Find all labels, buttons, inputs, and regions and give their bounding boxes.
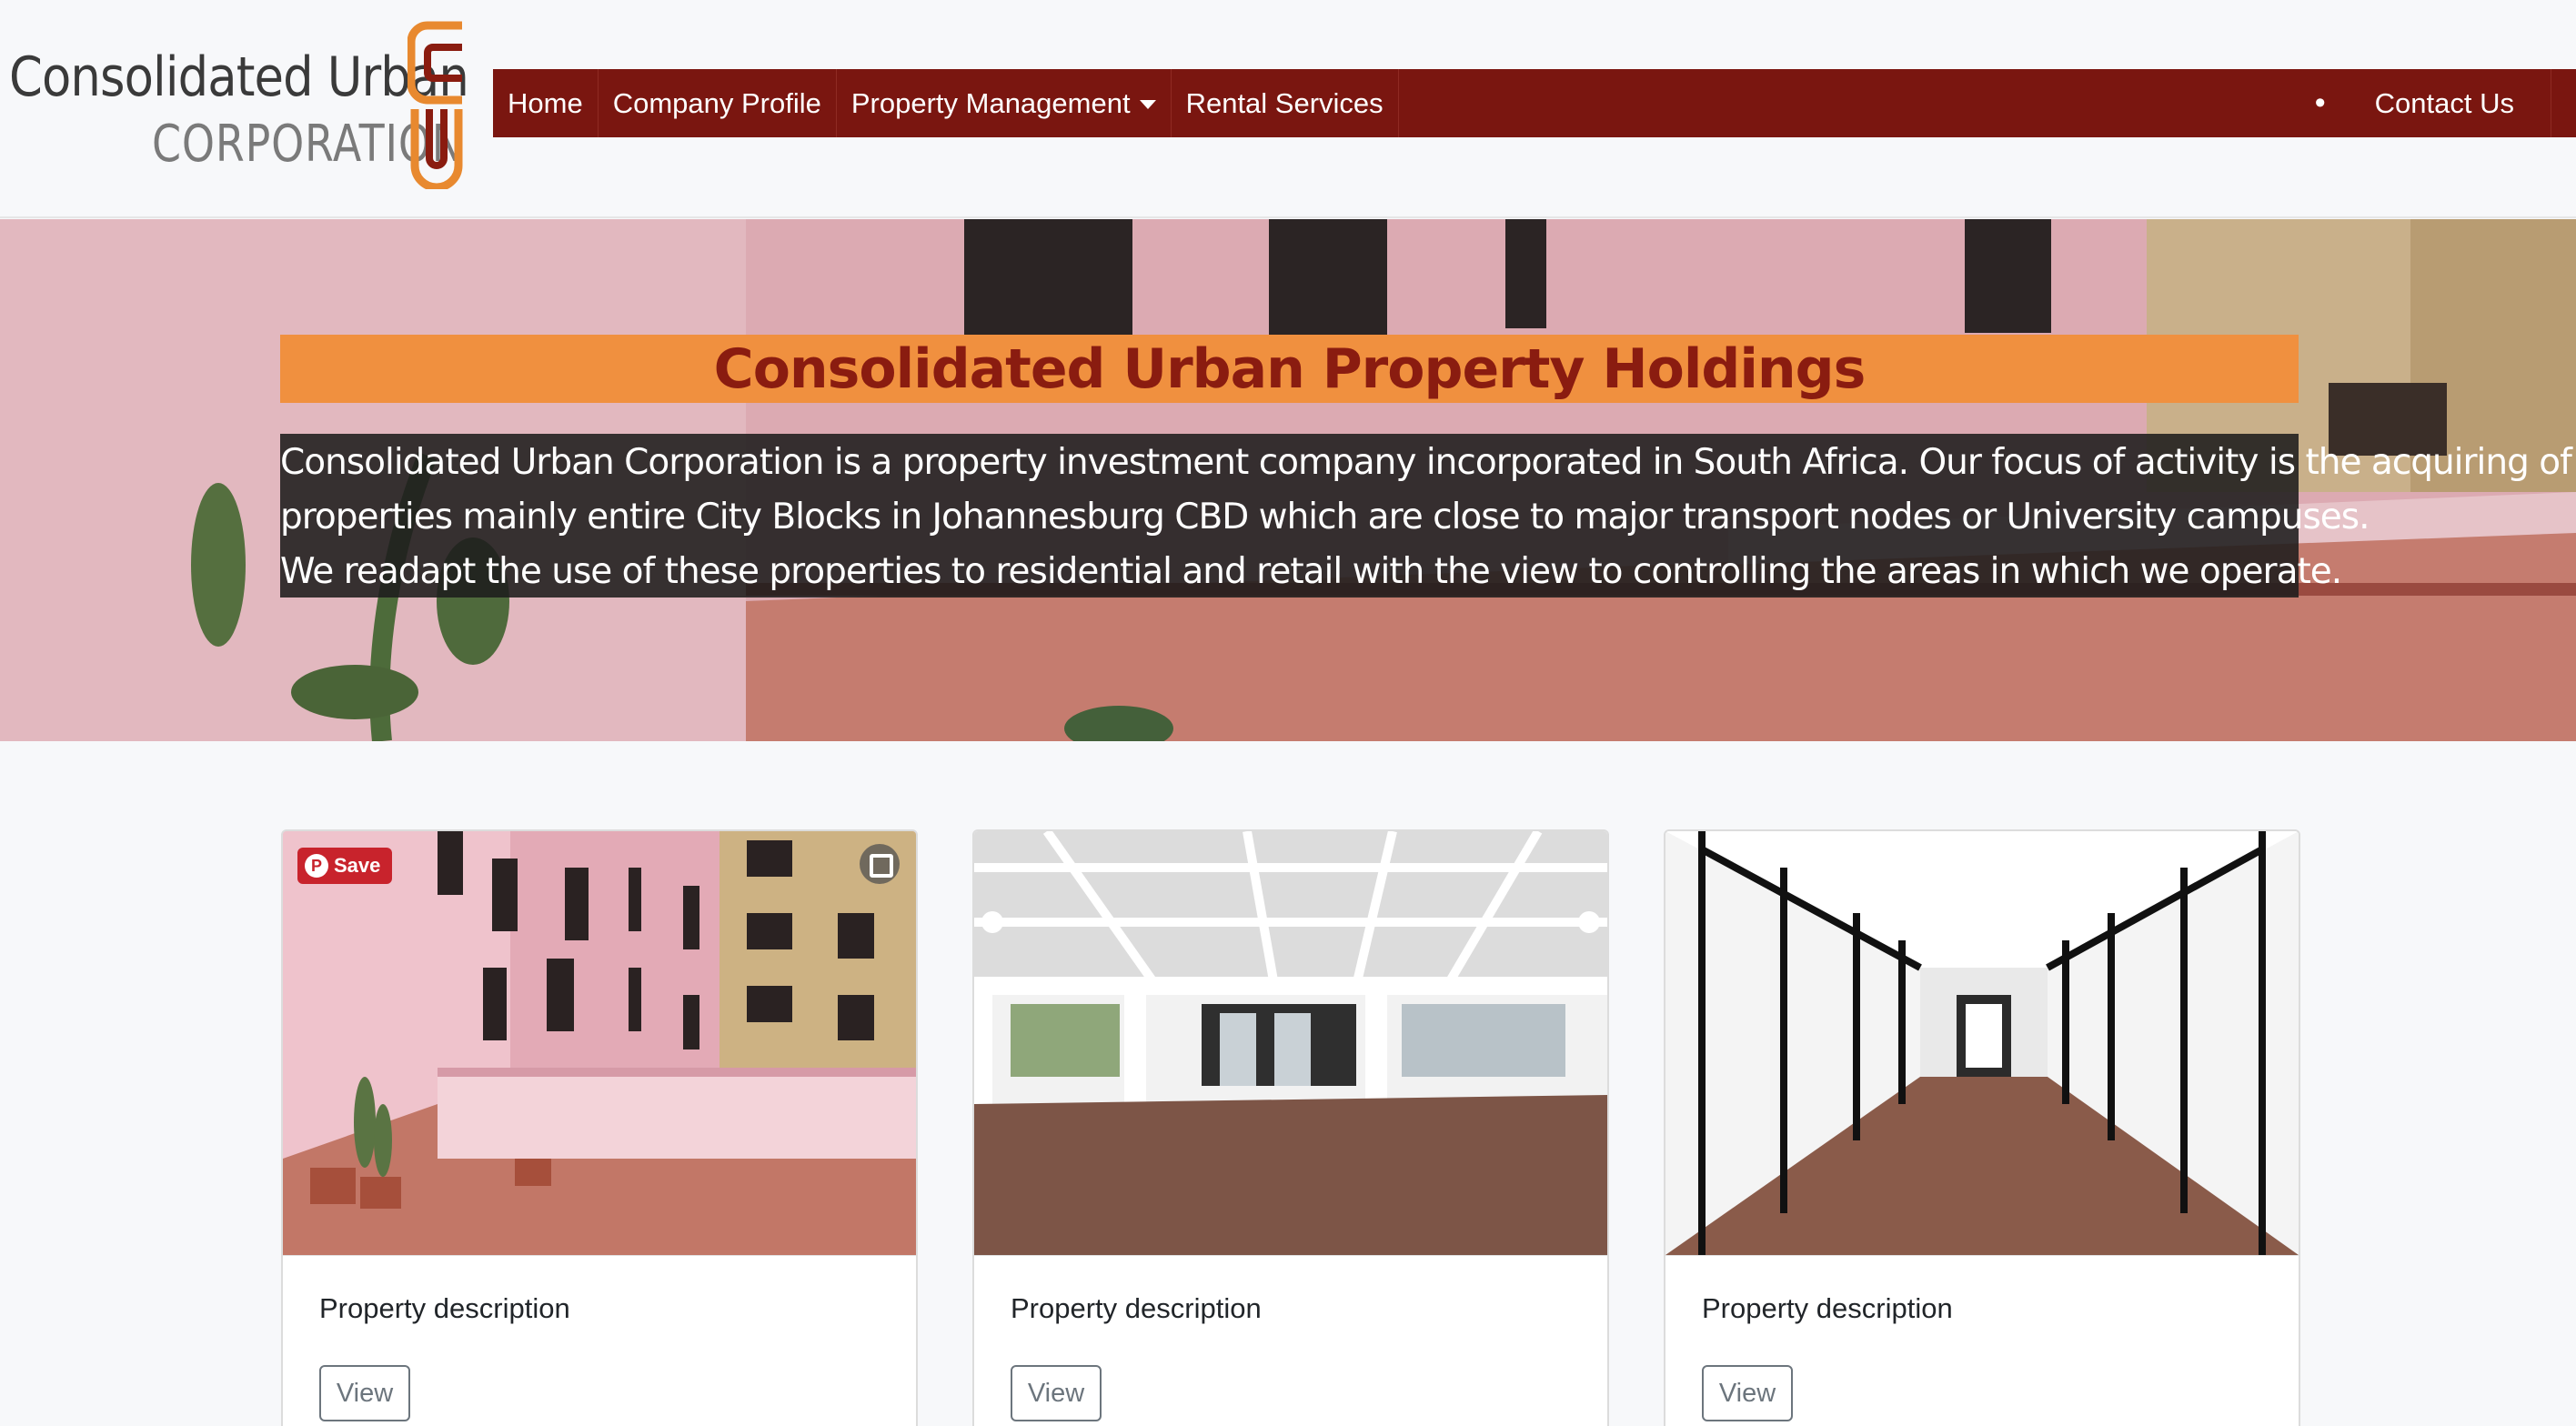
property-image-3[interactable] bbox=[1665, 831, 2299, 1255]
nav-property-management-label: Property Management bbox=[850, 86, 1131, 119]
view-button-3[interactable]: View bbox=[1702, 1365, 1793, 1421]
view-button-2[interactable]: View bbox=[1011, 1365, 1102, 1421]
main-navbar: Home Company Profile Property Management… bbox=[493, 69, 2576, 137]
hero-description-line-2: properties mainly entire City Blocks in … bbox=[280, 497, 2370, 537]
nav-home[interactable]: Home bbox=[493, 69, 599, 137]
expand-icon[interactable] bbox=[860, 844, 900, 884]
view-button-1[interactable]: View bbox=[319, 1365, 410, 1421]
nav-property-management-dropdown[interactable]: Property Management bbox=[837, 69, 1172, 137]
hero-title-band: Consolidated Urban Property Holdings bbox=[280, 335, 2299, 403]
card-body-2: Property description View bbox=[974, 1255, 1607, 1426]
hero-description-line-1: Consolidated Urban Corporation is a prop… bbox=[280, 442, 2572, 483]
nav-bullet: • bbox=[2314, 85, 2326, 120]
property-card-1: P Save Property description View bbox=[281, 829, 918, 1426]
property-card-2: Property description View bbox=[972, 829, 1609, 1426]
hero-description: Consolidated Urban Corporation is a prop… bbox=[280, 434, 2572, 598]
pink-courtyard-image bbox=[283, 831, 916, 1255]
hero-description-line-3: We readapt the use of these properties t… bbox=[280, 551, 2342, 592]
corridor-image bbox=[1665, 831, 2299, 1255]
card-description-2: Property description bbox=[1011, 1292, 1262, 1324]
nav-rental-services[interactable]: Rental Services bbox=[1172, 69, 1399, 137]
company-logo[interactable]: Consolidated Urban CORPORATION bbox=[9, 20, 469, 193]
pinterest-icon: P bbox=[305, 854, 328, 878]
property-image-1[interactable]: P Save bbox=[283, 831, 916, 1255]
logo-cu-mark-icon bbox=[408, 21, 463, 189]
site-header: Consolidated Urban CORPORATION Home Comp… bbox=[0, 0, 2576, 218]
hero-banner: Consolidated Urban Property Holdings Con… bbox=[0, 219, 2576, 741]
pinterest-save-button[interactable]: P Save bbox=[297, 848, 392, 884]
hero-title: Consolidated Urban Property Holdings bbox=[713, 336, 1867, 401]
open-floor-image bbox=[974, 831, 1607, 1255]
nav-home-label: Home bbox=[508, 86, 583, 119]
nav-rental-services-label: Rental Services bbox=[1185, 86, 1384, 119]
nav-company-profile[interactable]: Company Profile bbox=[599, 69, 837, 137]
nav-contact-us-label: Contact Us bbox=[2374, 86, 2514, 119]
card-body-1: Property description View bbox=[283, 1255, 916, 1426]
nav-contact-us[interactable]: Contact Us bbox=[2339, 69, 2551, 137]
nav-company-profile-label: Company Profile bbox=[612, 86, 821, 119]
logo-text-line1: Consolidated Urban bbox=[9, 45, 469, 109]
save-label: Save bbox=[334, 854, 381, 877]
property-card-3: Property description View bbox=[1664, 829, 2300, 1426]
card-description-1: Property description bbox=[319, 1292, 570, 1324]
card-body-3: Property description View bbox=[1665, 1255, 2299, 1426]
nav-end-divider bbox=[2551, 69, 2576, 137]
property-image-2[interactable] bbox=[974, 831, 1607, 1255]
card-description-3: Property description bbox=[1702, 1292, 1953, 1324]
caret-down-icon bbox=[1139, 99, 1156, 109]
